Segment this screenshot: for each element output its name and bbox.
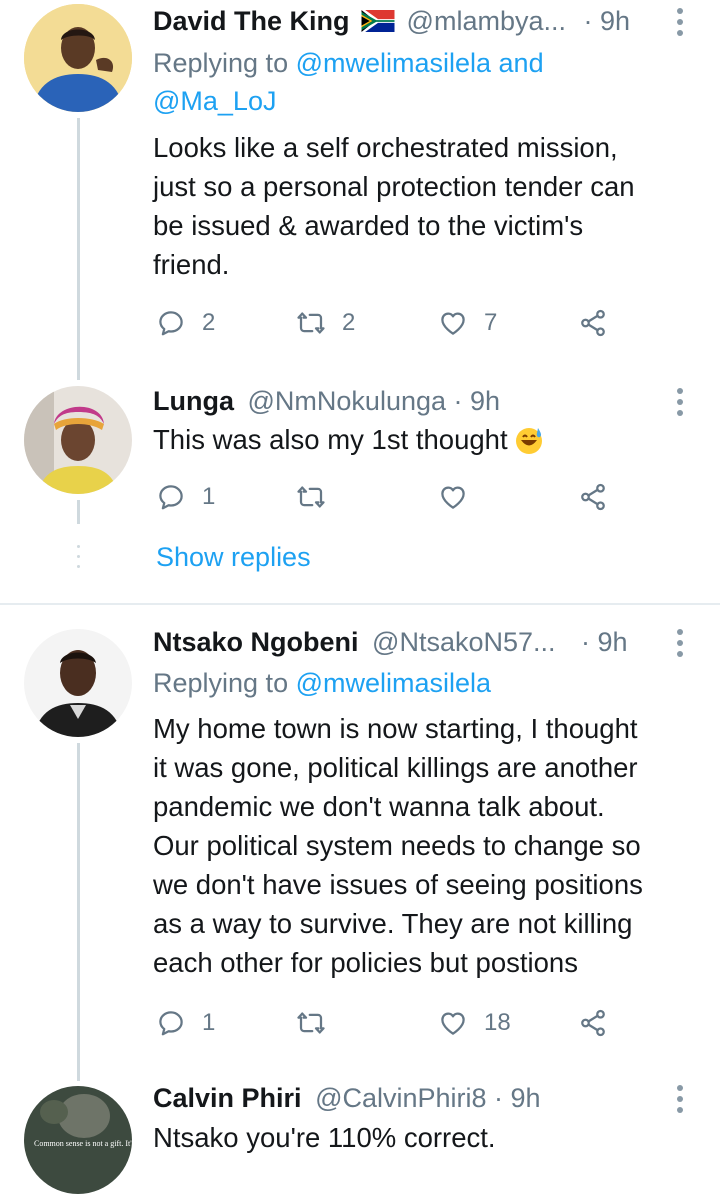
sweat-smile-emoji — [514, 425, 544, 465]
user-handle[interactable]: @NmNokulunga — [248, 386, 447, 416]
avatar[interactable]: Common sense is not a gift. It's a punis… — [24, 1086, 132, 1194]
tweet-text: This was also my 1st thought — [153, 420, 708, 465]
timestamp[interactable]: · 9h — [454, 386, 501, 416]
thread-line — [77, 118, 80, 380]
retweet-icon — [296, 308, 326, 338]
share-button[interactable] — [578, 480, 608, 514]
retweet-count: 2 — [342, 309, 356, 336]
avatar-caption: Common sense is not a gift. It's a punis… — [34, 1139, 132, 1148]
share-icon — [578, 482, 608, 512]
heart-icon — [438, 482, 468, 512]
share-icon — [578, 308, 608, 338]
replying-to: Replying to @mwelimasilela and @Ma_LoJ — [153, 44, 653, 120]
more-vertical-icon[interactable] — [674, 629, 686, 659]
heart-icon — [438, 1008, 468, 1038]
more-vertical-icon[interactable] — [674, 388, 686, 418]
reply-count: 1 — [202, 1009, 216, 1036]
thread-line — [77, 743, 80, 1081]
retweet-button[interactable] — [296, 480, 326, 514]
display-name[interactable]: Calvin Phiri — [153, 1083, 302, 1113]
tweet-text: My home town is now starting, I thought … — [153, 713, 643, 978]
reply-icon — [156, 482, 186, 512]
south-africa-flag-icon — [361, 6, 395, 40]
share-button[interactable] — [578, 1006, 608, 1040]
retweet-button[interactable] — [296, 1006, 326, 1040]
reply-count: 2 — [202, 309, 216, 336]
reply-count: 1 — [202, 483, 216, 510]
thread-dots — [77, 555, 80, 558]
tweet-text: Ntsako you're 110% correct. — [153, 1122, 496, 1153]
mention-link[interactable]: @mwelimasilela — [296, 668, 491, 698]
user-handle[interactable]: @NtsakoN57... — [372, 627, 555, 657]
tweet-actions: 2 2 7 — [156, 306, 616, 340]
show-replies-link[interactable]: Show replies — [156, 542, 311, 573]
reply-button[interactable]: 1 — [156, 1006, 215, 1040]
tweet-header: David The King @mlambya... · 9h — [153, 4, 630, 40]
timestamp[interactable]: · 9h — [494, 1083, 541, 1113]
replying-prefix: Replying to — [153, 668, 296, 698]
like-button[interactable] — [438, 480, 468, 514]
reply-button[interactable]: 1 — [156, 480, 215, 514]
tweet-actions: 1 — [156, 480, 616, 514]
tweet-header: Lunga @NmNokulunga · 9h — [153, 384, 500, 418]
share-icon — [578, 1008, 608, 1038]
retweet-button[interactable]: 2 — [296, 306, 355, 340]
like-button[interactable]: 7 — [438, 306, 497, 340]
thread-dots — [77, 545, 80, 548]
reply-icon — [156, 308, 186, 338]
avatar[interactable] — [24, 629, 132, 737]
timestamp[interactable]: · 9h — [581, 627, 628, 657]
retweet-icon — [296, 482, 326, 512]
replying-to: Replying to @mwelimasilela — [153, 664, 491, 702]
user-handle[interactable]: @CalvinPhiri8 — [315, 1083, 486, 1113]
tweet-header: Ntsako Ngobeni @NtsakoN57... · 9h — [153, 625, 628, 659]
like-button[interactable]: 18 — [438, 1006, 511, 1040]
like-count: 18 — [484, 1009, 511, 1036]
tweet-actions: 1 18 — [156, 1006, 616, 1040]
reply-button[interactable]: 2 — [156, 306, 215, 340]
tweet-header: Calvin Phiri @CalvinPhiri8 · 9h — [153, 1081, 541, 1115]
tweet-text: Looks like a self orchestrated mission, … — [153, 132, 635, 280]
display-name[interactable]: Lunga — [153, 386, 234, 416]
avatar[interactable] — [24, 386, 132, 494]
timestamp[interactable]: · 9h — [584, 6, 631, 36]
display-name[interactable]: David The King — [153, 6, 350, 36]
thread-dots — [77, 565, 80, 568]
user-handle[interactable]: @mlambya... — [407, 6, 566, 36]
display-name[interactable]: Ntsako Ngobeni — [153, 627, 359, 657]
avatar[interactable] — [24, 4, 132, 112]
share-button[interactable] — [578, 306, 608, 340]
like-count: 7 — [484, 309, 498, 336]
replying-prefix: Replying to — [153, 48, 296, 78]
thread-line — [77, 500, 80, 524]
tweet-text-content: This was also my 1st thought — [153, 424, 508, 455]
heart-icon — [438, 308, 468, 338]
divider — [0, 603, 720, 605]
reply-icon — [156, 1008, 186, 1038]
retweet-icon — [296, 1008, 326, 1038]
more-vertical-icon[interactable] — [674, 8, 686, 38]
more-vertical-icon[interactable] — [674, 1085, 686, 1115]
